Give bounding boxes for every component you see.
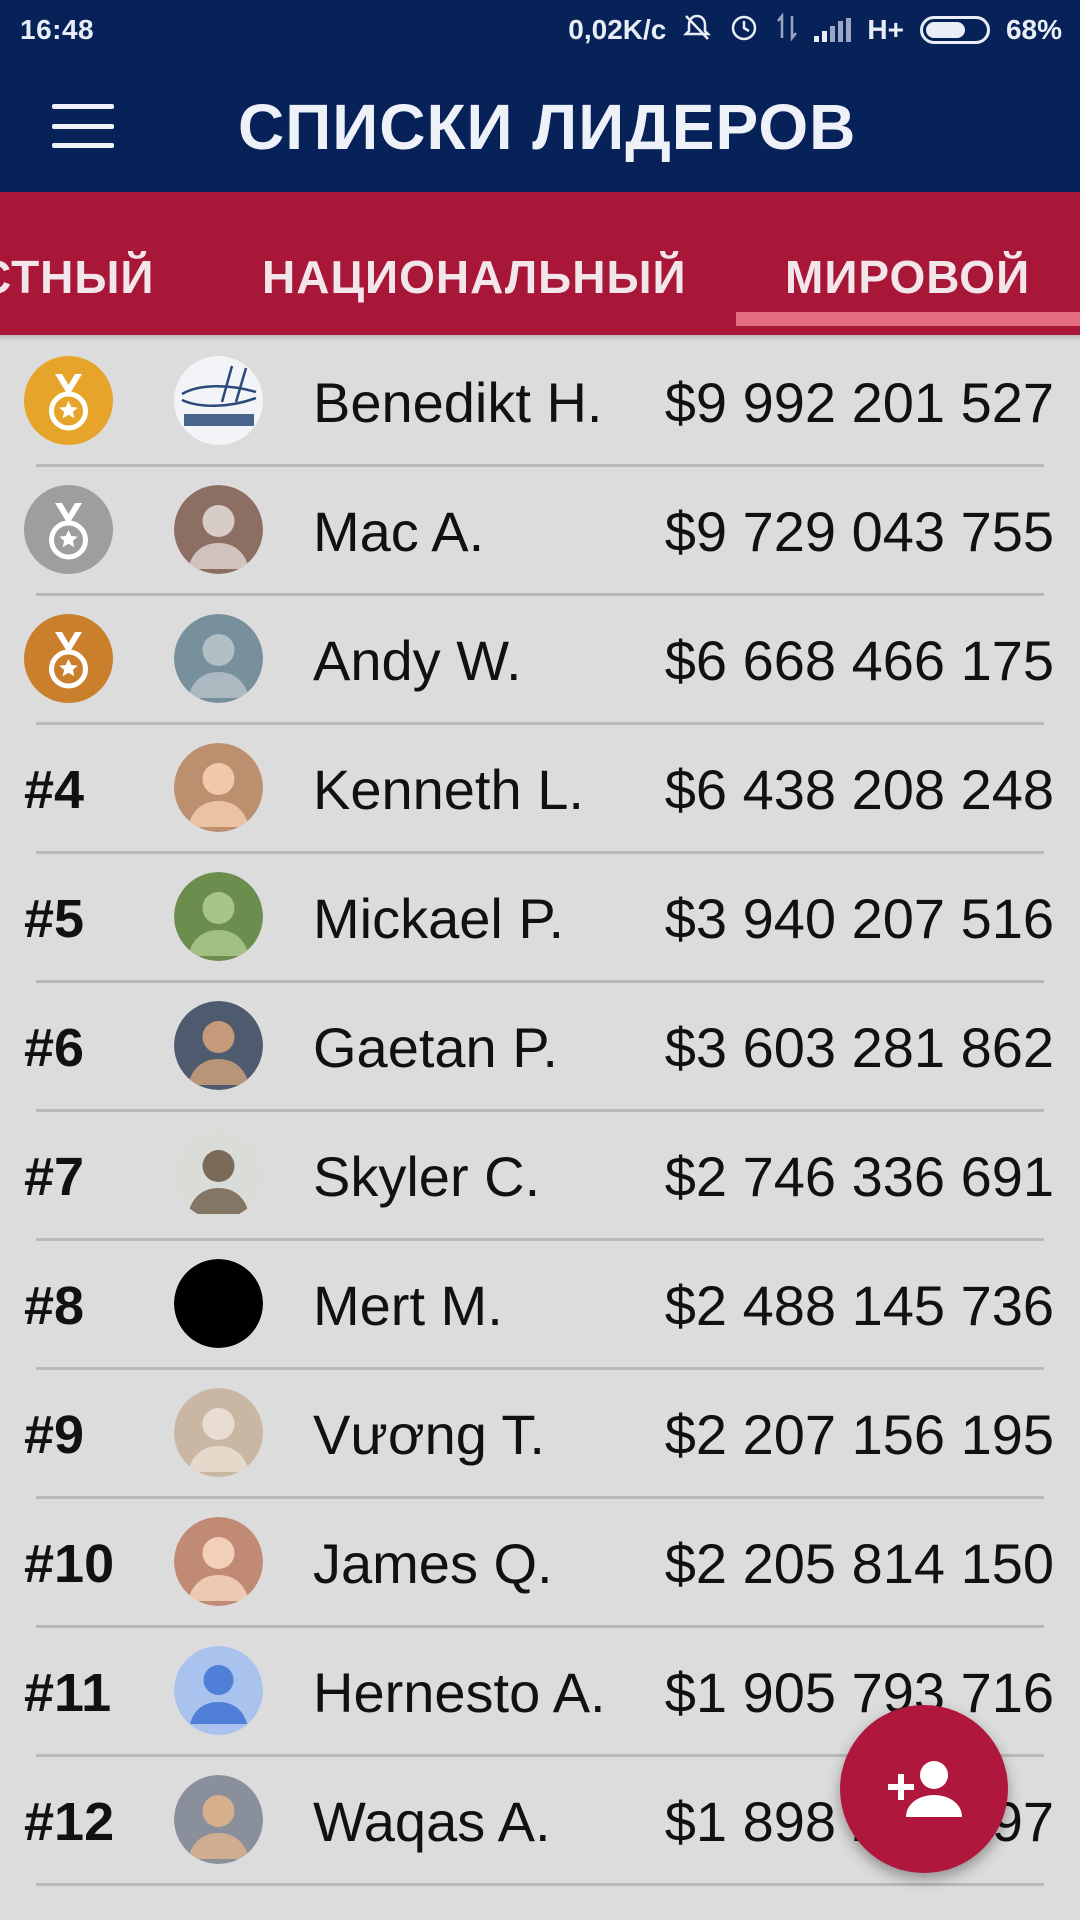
- rank-label: #7: [24, 1147, 85, 1207]
- table-row[interactable]: #6 Gaetan P. $3 603 281 862: [0, 983, 1080, 1112]
- player-name: James Q.: [313, 1532, 553, 1595]
- rank-label: #11: [24, 1663, 112, 1723]
- table-row[interactable]: Andy W. $6 668 466 175: [0, 596, 1080, 725]
- avatar[interactable]: [174, 1259, 263, 1348]
- row-divider: [36, 1883, 1044, 1886]
- table-row[interactable]: #5 Mickael P. $3 940 207 516: [0, 854, 1080, 983]
- net-worth-value: $2 205 814 150: [664, 1532, 1054, 1595]
- rank-label: #8: [24, 1276, 85, 1336]
- avatar[interactable]: [174, 1775, 263, 1864]
- avatar[interactable]: [174, 1130, 263, 1219]
- avatar[interactable]: [174, 743, 263, 832]
- player-name: Vương T.: [313, 1403, 545, 1466]
- status-time: 16:48: [20, 14, 95, 45]
- app-bar: СПИСКИ ЛИДЕРОВ: [0, 60, 1080, 192]
- status-bar: 16:48 0,02K/c H+ 68%: [0, 0, 1080, 60]
- tab-world[interactable]: МИРОВОЙ: [785, 250, 1030, 304]
- table-row[interactable]: #4 Kenneth L. $6 438 208 248: [0, 725, 1080, 854]
- bronze-medal-icon: [24, 614, 113, 703]
- battery-percent: 68%: [1005, 14, 1062, 45]
- net-worth-value: $9 729 043 755: [664, 500, 1054, 563]
- table-row[interactable]: #10 James Q. $2 205 814 150: [0, 1499, 1080, 1628]
- network-speed: 0,02K/c: [568, 14, 667, 45]
- avatar[interactable]: [174, 1517, 263, 1606]
- table-row[interactable]: Benedikt H. $9 992 201 527: [0, 338, 1080, 467]
- rank-label: #12: [24, 1792, 115, 1852]
- status-icons: 0,02K/c H+ 68%: [568, 11, 1062, 50]
- net-worth-value: $9 992 201 527: [664, 371, 1054, 434]
- net-worth-value: $2 488 145 736: [664, 1274, 1054, 1337]
- player-name: Benedikt H.: [313, 371, 603, 434]
- net-worth-value: $6 438 208 248: [664, 758, 1054, 821]
- rank-label: #5: [24, 889, 85, 949]
- net-worth-value: $3 940 207 516: [664, 887, 1054, 950]
- net-worth-value: $1 905 793 716: [664, 1661, 1054, 1724]
- avatar[interactable]: [174, 356, 263, 445]
- avatar[interactable]: [174, 1001, 263, 1090]
- net-worth-value: $3 603 281 862: [664, 1016, 1054, 1079]
- menu-icon[interactable]: [52, 104, 114, 148]
- tab-national[interactable]: НАЦИОНАЛЬНЫЙ: [262, 250, 687, 304]
- net-worth-value: $2 746 336 691: [664, 1145, 1054, 1208]
- avatar[interactable]: [174, 1388, 263, 1477]
- avatar[interactable]: [174, 872, 263, 961]
- add-person-icon: [888, 1761, 962, 1817]
- player-name: Gaetan P.: [313, 1016, 558, 1079]
- tab-bar: СТНЫЙ НАЦИОНАЛЬНЫЙ МИРОВОЙ: [0, 192, 1080, 335]
- page-title: СПИСКИ ЛИДЕРОВ: [238, 91, 857, 163]
- add-friend-button[interactable]: [840, 1705, 1008, 1873]
- rank-label: #6: [24, 1018, 85, 1078]
- avatar[interactable]: [174, 614, 263, 703]
- player-name: Andy W.: [313, 629, 522, 692]
- data-arrows-icon: [776, 11, 798, 49]
- player-name: Kenneth L.: [313, 758, 584, 821]
- rank-label: #10: [24, 1534, 115, 1594]
- silver-medal-icon: [24, 485, 113, 574]
- gold-medal-icon: [24, 356, 113, 445]
- net-worth-value: $6 668 466 175: [664, 629, 1054, 692]
- table-row[interactable]: Mac A. $9 729 043 755: [0, 467, 1080, 596]
- player-name: Mac A.: [313, 500, 485, 563]
- table-row[interactable]: #8 Mert M. $2 488 145 736: [0, 1241, 1080, 1370]
- player-name: Mickael P.: [313, 887, 565, 950]
- tab-local[interactable]: СТНЫЙ: [0, 250, 155, 304]
- mute-bell-icon: [682, 12, 712, 49]
- player-name: Hernesto A.: [313, 1661, 606, 1724]
- table-row[interactable]: #9 Vương T. $2 207 156 195: [0, 1370, 1080, 1499]
- avatar[interactable]: [174, 485, 263, 574]
- signal-icon: [814, 18, 852, 42]
- rank-label: #4: [24, 760, 85, 820]
- player-name: Mert M.: [313, 1274, 503, 1337]
- alarm-icon: [728, 11, 760, 50]
- leaderboard-list: Benedikt H. $9 992 201 527 Mac A. $9 729 04…: [0, 338, 1080, 1886]
- player-name: Skyler C.: [313, 1145, 541, 1208]
- avatar[interactable]: [174, 1646, 263, 1735]
- player-name: Waqas A.: [313, 1790, 551, 1853]
- rank-label: #9: [24, 1405, 85, 1465]
- network-type: H+: [867, 14, 904, 45]
- table-row[interactable]: #7 Skyler C. $2 746 336 691: [0, 1112, 1080, 1241]
- tab-indicator: [736, 312, 1080, 326]
- net-worth-value: $2 207 156 195: [664, 1403, 1054, 1466]
- battery-icon: [919, 16, 990, 44]
